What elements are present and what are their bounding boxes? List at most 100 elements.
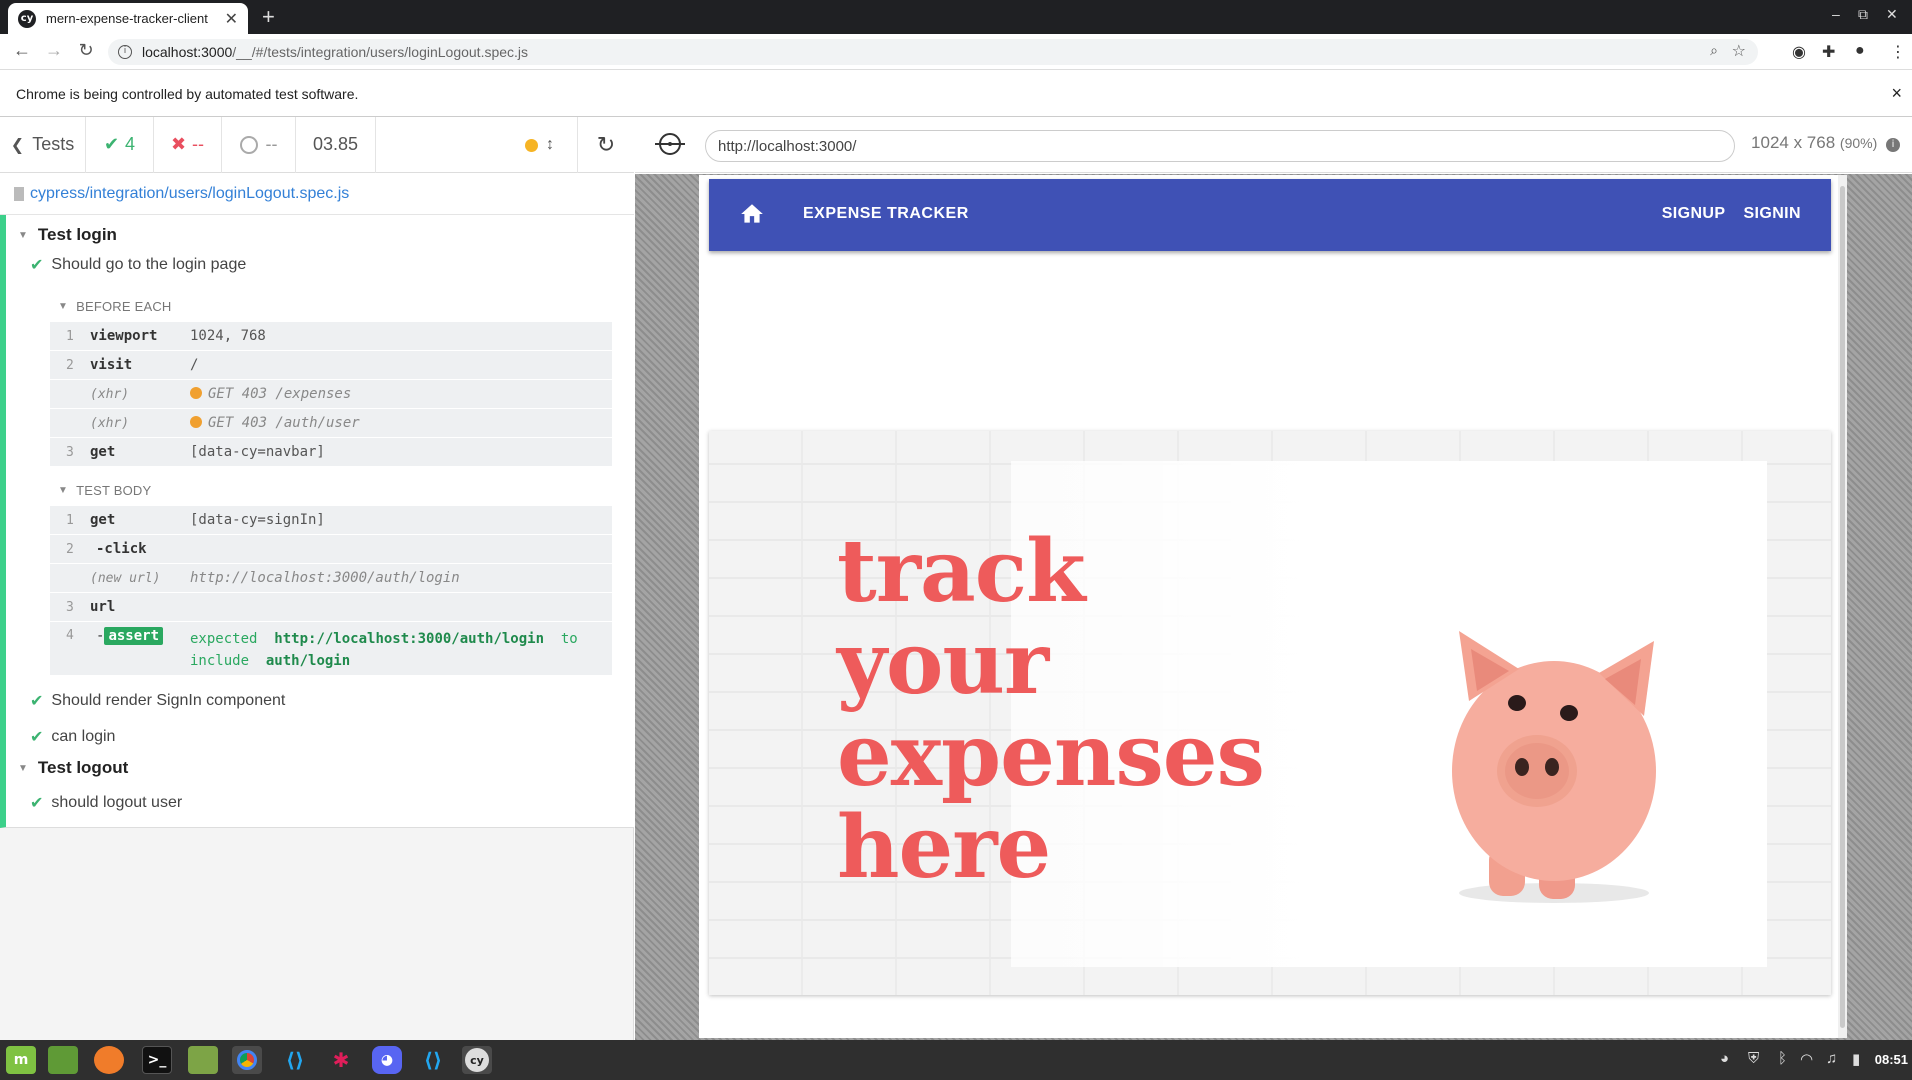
bookmark-star-icon[interactable]: ☆ bbox=[1732, 41, 1746, 61]
check-icon: ✔ bbox=[30, 257, 44, 274]
signin-link[interactable]: SIGNIN bbox=[1743, 205, 1801, 223]
mint-menu-icon[interactable]: m bbox=[6, 1046, 36, 1074]
test-body-commands: 1 get [data-cy=signIn] 2 -click (new url… bbox=[50, 506, 612, 676]
test-can-login[interactable]: ✔ can login bbox=[30, 727, 115, 747]
test-should-go-to-login[interactable]: ✔ Should go to the login page bbox=[30, 255, 246, 275]
menu-kebab-icon[interactable]: ⋮ bbox=[1890, 42, 1906, 62]
failed-value: -- bbox=[192, 134, 205, 154]
command-row[interactable]: 3 url bbox=[50, 593, 612, 622]
assert-badge: assert bbox=[104, 627, 164, 645]
discord-tray-icon[interactable]: ◕ bbox=[1720, 1050, 1729, 1067]
address-bar[interactable]: i localhost:3000/__/#/tests/integration/… bbox=[108, 39, 1758, 65]
running-indicator-icon bbox=[525, 138, 538, 152]
auto-scroll-icon: ↕ bbox=[546, 136, 554, 153]
site-info-icon[interactable]: i bbox=[118, 45, 132, 59]
tab-close-icon[interactable]: ✕ bbox=[225, 9, 238, 29]
rerun-icon[interactable]: ↻ bbox=[578, 117, 634, 173]
automation-infobar: Chrome is being controlled by automated … bbox=[0, 71, 1912, 117]
command-row[interactable]: (xhr) GET 403 /expenses bbox=[50, 380, 612, 409]
before-each-commands: 1 viewport 1024, 768 2 visit / (xhr) GET… bbox=[50, 322, 612, 467]
discord-icon[interactable]: ◕ bbox=[372, 1046, 402, 1074]
assert-command-row[interactable]: 4 - assert expected http://localhost:3000… bbox=[50, 622, 612, 676]
cypress-app-icon[interactable]: cy bbox=[462, 1046, 492, 1074]
app-nav-links: SIGNUP SIGNIN bbox=[1662, 205, 1801, 223]
app-under-test-frame: EXPENSE TRACKER SIGNUP SIGNIN track your… bbox=[699, 175, 1847, 1038]
viewport-info[interactable]: 1024 x 768 (90%) i bbox=[1751, 133, 1900, 153]
failed-count[interactable]: ✖ -- bbox=[154, 116, 222, 173]
duration-value: 03.85 bbox=[312, 134, 359, 154]
aut-header: http://localhost:3000/ 1024 x 768 (90%) … bbox=[635, 117, 1912, 173]
command-row[interactable]: 3 get [data-cy=navbar] bbox=[50, 438, 612, 467]
pending-count[interactable]: -- bbox=[222, 116, 296, 173]
vscode-icon[interactable]: ⟨⟩ bbox=[280, 1046, 310, 1074]
tests-back-button[interactable]: ❮ Tests bbox=[0, 116, 86, 173]
command-row[interactable]: 2 -click bbox=[50, 535, 612, 564]
extension-icon[interactable]: ◉ bbox=[1792, 42, 1806, 62]
command-row[interactable]: (xhr) GET 403 /auth/user bbox=[50, 409, 612, 438]
suite-test-login[interactable]: ▼ Test login bbox=[18, 225, 117, 245]
reload-icon[interactable]: ↻ bbox=[74, 40, 98, 61]
command-row[interactable]: 2 visit / bbox=[50, 351, 612, 380]
browser-toolbar: ← → ↻ i localhost:3000/__/#/tests/integr… bbox=[0, 34, 1912, 70]
hook-before-each[interactable]: ▼ BEFORE EACH bbox=[58, 299, 172, 314]
hero-headline: track your expenses here bbox=[837, 521, 1265, 898]
home-icon[interactable] bbox=[739, 201, 765, 227]
test-should-logout-user[interactable]: ✔ should logout user bbox=[30, 793, 182, 813]
browser-tab-strip: cy mern-expense-tracker-client ✕ + ‒ ⧉ ✕ bbox=[0, 0, 1912, 34]
infobar-close-icon[interactable]: × bbox=[1891, 83, 1902, 104]
music-icon[interactable]: ♫ bbox=[1826, 1050, 1837, 1067]
signup-link[interactable]: SIGNUP bbox=[1662, 205, 1726, 223]
puzzle-icon[interactable]: ✚ bbox=[1822, 42, 1835, 62]
shield-icon[interactable]: ⛨ bbox=[1748, 1050, 1759, 1067]
app-brand: EXPENSE TRACKER bbox=[803, 205, 969, 222]
tests-label: Tests bbox=[32, 134, 75, 154]
check-icon: ✔ bbox=[30, 693, 44, 710]
spec-path-bar[interactable]: cypress/integration/users/loginLogout.sp… bbox=[0, 173, 634, 215]
x-icon: ✖ bbox=[170, 134, 187, 154]
terminal-icon[interactable]: >_ bbox=[142, 1046, 172, 1074]
system-clock: 08:51 bbox=[1874, 1052, 1908, 1067]
duration: 03.85 bbox=[296, 116, 376, 173]
passed-value: 4 bbox=[125, 134, 136, 154]
wifi-icon[interactable]: ◠ bbox=[1800, 1050, 1813, 1068]
aut-scrollbar-thumb[interactable] bbox=[1840, 186, 1845, 1028]
selector-playground-icon[interactable] bbox=[655, 133, 685, 155]
pending-value: -- bbox=[265, 134, 278, 154]
files-icon[interactable] bbox=[188, 1046, 218, 1074]
forward-icon[interactable]: → bbox=[42, 40, 66, 61]
restore-icon[interactable]: ⧉ bbox=[1858, 6, 1868, 23]
test-should-render-signin[interactable]: ✔ Should render SignIn component bbox=[30, 691, 285, 711]
battery-icon[interactable]: ▮ bbox=[1852, 1050, 1860, 1068]
auto-scroll-toggle[interactable]: ↕ bbox=[502, 117, 578, 173]
show-desktop-icon[interactable] bbox=[48, 1046, 78, 1074]
file-icon bbox=[14, 186, 24, 201]
spec-path: cypress/integration/users/loginLogout.sp… bbox=[30, 184, 350, 202]
command-row[interactable]: (new url) http://localhost:3000/auth/log… bbox=[50, 564, 612, 593]
window-close-icon[interactable]: ✕ bbox=[1886, 6, 1898, 23]
zoom-icon[interactable]: ⌕ bbox=[1710, 42, 1718, 59]
cypress-reporter: ❮ Tests ✔ 4 ✖ -- -- 03.85 ↕ ↻ cypress/in… bbox=[0, 116, 634, 1040]
vscode-icon[interactable]: ⟨⟩ bbox=[418, 1046, 448, 1074]
browser-tab[interactable]: cy mern-expense-tracker-client ✕ bbox=[8, 3, 248, 34]
caret-down-icon: ▼ bbox=[58, 301, 69, 312]
profile-icon[interactable]: ● bbox=[1855, 42, 1865, 60]
slack-icon[interactable]: ✱ bbox=[326, 1046, 356, 1074]
reporter-controls: ↕ ↻ bbox=[502, 117, 634, 173]
passed-count[interactable]: ✔ 4 bbox=[86, 116, 154, 173]
chrome-icon[interactable] bbox=[232, 1046, 262, 1074]
bluetooth-icon[interactable]: ᛒ bbox=[1778, 1050, 1787, 1067]
piggy-bank-icon bbox=[1452, 631, 1656, 903]
back-icon[interactable]: ← bbox=[10, 40, 34, 61]
tab-title: mern-expense-tracker-client bbox=[46, 11, 208, 26]
check-icon: ✔ bbox=[103, 134, 120, 154]
command-row[interactable]: 1 get [data-cy=signIn] bbox=[50, 506, 612, 535]
firefox-icon[interactable] bbox=[94, 1046, 124, 1074]
hook-test-body[interactable]: ▼ TEST BODY bbox=[58, 483, 151, 498]
command-row[interactable]: 1 viewport 1024, 768 bbox=[50, 322, 612, 351]
os-taskbar: m >_ ⟨⟩ ✱ ◕ ⟨⟩ cy ◕ ⛨ ᛒ ◠ ♫ ▮ 08:51 bbox=[0, 1040, 1912, 1080]
minimize-icon[interactable]: ‒ bbox=[1832, 6, 1840, 22]
suite-test-logout[interactable]: ▼ Test logout bbox=[18, 758, 128, 778]
caret-down-icon: ▼ bbox=[18, 762, 28, 774]
aut-url-field[interactable]: http://localhost:3000/ bbox=[705, 130, 1735, 162]
new-tab-button[interactable]: + bbox=[262, 4, 275, 30]
